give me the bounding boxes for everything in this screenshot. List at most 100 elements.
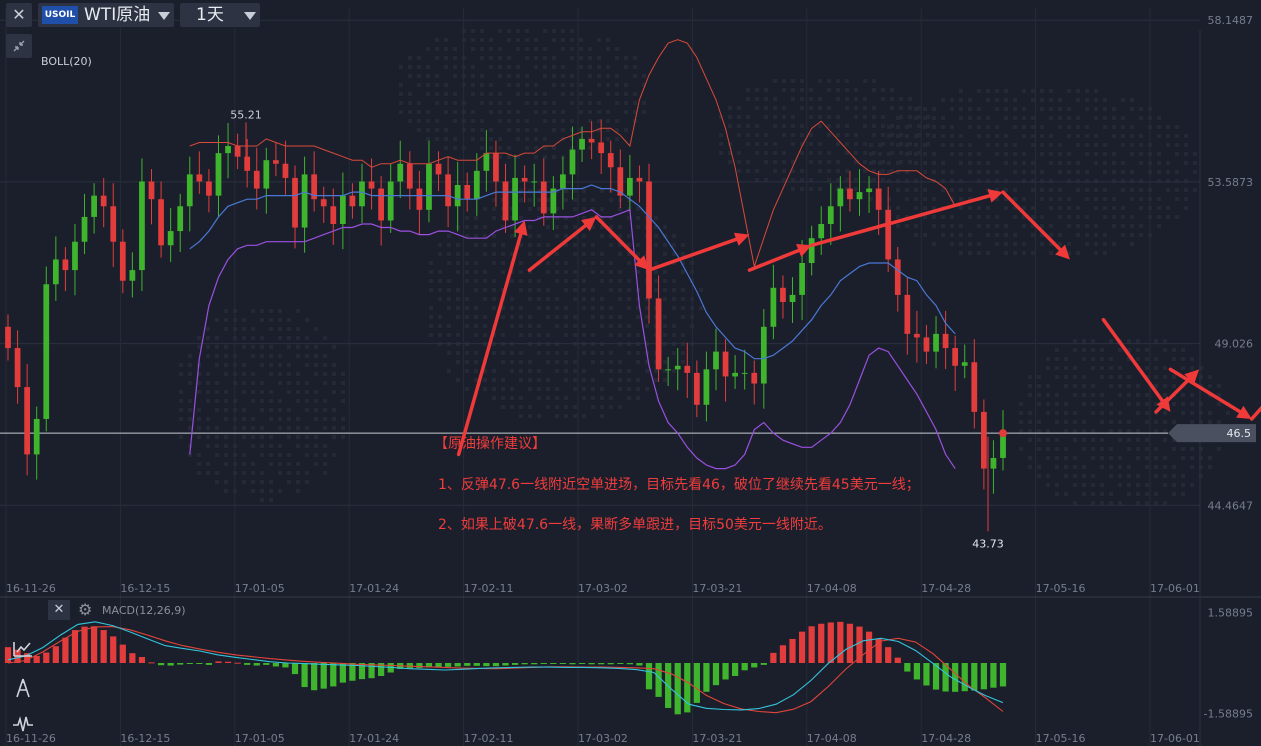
map-dot	[654, 243, 658, 247]
chart-type-icon[interactable]	[10, 636, 36, 662]
map-dot	[1172, 348, 1176, 352]
candle-body	[741, 372, 748, 374]
drawing-tool-icon[interactable]	[10, 675, 36, 701]
map-dot	[573, 252, 577, 256]
map-dot	[1127, 384, 1131, 388]
map-dot	[564, 396, 568, 400]
map-dot	[968, 125, 972, 129]
map-dot	[618, 252, 622, 256]
map-dot	[995, 107, 999, 111]
map-dot	[242, 363, 246, 367]
toolbar: ✕ USOIL WTI原油 1天	[0, 0, 1261, 30]
macd-hist-bar	[684, 663, 691, 713]
map-dot	[408, 101, 412, 105]
map-dot	[872, 88, 876, 92]
map-dot	[534, 92, 538, 96]
map-dot	[1103, 161, 1107, 165]
map-dot	[1064, 411, 1068, 415]
map-dot	[1046, 393, 1050, 397]
map-dot	[483, 315, 487, 319]
map-dot	[1058, 188, 1062, 192]
map-dot	[314, 408, 318, 412]
map-dot	[1112, 161, 1116, 165]
map-dot	[1130, 125, 1134, 129]
map-dot	[636, 333, 640, 337]
map-dot	[624, 101, 628, 105]
candle-body	[206, 181, 212, 196]
map-dot	[1154, 402, 1158, 406]
x-tick-label: 17-02-11	[464, 732, 514, 745]
map-dot	[600, 234, 604, 238]
map-dot	[1100, 393, 1104, 397]
map-dot	[1013, 170, 1017, 174]
map-dot	[1190, 411, 1194, 415]
map-dot	[818, 169, 822, 173]
map-dot	[597, 110, 601, 114]
map-dot	[1085, 188, 1089, 192]
map-dot	[950, 134, 954, 138]
map-dot	[215, 453, 219, 457]
map-dot	[552, 74, 556, 78]
close-chart-button[interactable]: ✕	[6, 3, 32, 27]
collapse-arrows-icon[interactable]	[6, 34, 32, 58]
map-dot	[1154, 429, 1158, 433]
map-dot	[552, 83, 556, 87]
map-dot	[1058, 233, 1062, 237]
map-dot	[591, 315, 595, 319]
map-dot	[1112, 152, 1116, 156]
map-dot	[1031, 116, 1035, 120]
map-dot	[543, 74, 547, 78]
map-dot	[564, 405, 568, 409]
map-dot	[932, 224, 936, 228]
map-dot	[453, 65, 457, 69]
map-dot	[600, 360, 604, 364]
map-dot	[627, 333, 631, 337]
indicator-icon[interactable]	[10, 711, 36, 737]
map-dot	[615, 56, 619, 60]
map-dot	[269, 408, 273, 412]
period-selector[interactable]: 1天	[180, 3, 260, 27]
map-dot	[1013, 125, 1017, 129]
map-dot	[591, 360, 595, 364]
map-dot	[417, 74, 421, 78]
map-dot	[950, 152, 954, 156]
map-dot	[528, 234, 532, 238]
map-dot	[1172, 384, 1176, 388]
map-dot	[546, 396, 550, 400]
map-dot	[399, 101, 403, 105]
map-dot	[525, 83, 529, 87]
map-dot	[465, 216, 469, 220]
map-dot	[1013, 215, 1017, 219]
map-dot	[447, 279, 451, 283]
y-tick-label: 44.4647	[1208, 499, 1254, 512]
map-dot	[408, 110, 412, 114]
macd-hist-bar	[971, 663, 978, 691]
map-dot	[341, 381, 345, 385]
candle-body	[100, 195, 107, 207]
map-dot	[510, 306, 514, 310]
map-dot	[932, 242, 936, 246]
map-dot	[426, 74, 430, 78]
map-dot	[977, 251, 981, 255]
macd-hist-bar	[732, 663, 739, 676]
map-dot	[1175, 197, 1179, 201]
map-dot	[287, 318, 291, 322]
map-dot	[296, 480, 300, 484]
candle-body	[158, 199, 164, 246]
map-dot	[453, 47, 457, 51]
candle-body	[91, 195, 97, 217]
map-dot	[863, 142, 867, 146]
symbol-selector[interactable]: USOIL WTI原油	[38, 3, 174, 27]
map-dot	[764, 178, 768, 182]
map-dot	[1154, 465, 1158, 469]
map-dot	[429, 324, 433, 328]
map-dot	[1121, 206, 1125, 210]
map-dot	[1040, 107, 1044, 111]
map-dot	[818, 97, 822, 101]
map-dot	[546, 387, 550, 391]
close-indicator-button[interactable]: ✕	[48, 600, 70, 620]
gear-icon[interactable]: ⚙	[78, 600, 92, 620]
map-dot	[854, 97, 858, 101]
map-dot	[1190, 366, 1194, 370]
map-dot	[719, 151, 723, 155]
